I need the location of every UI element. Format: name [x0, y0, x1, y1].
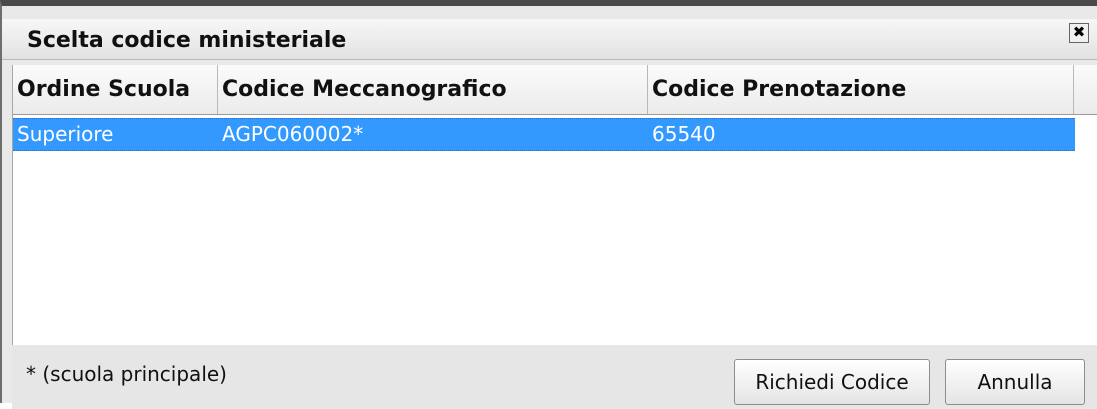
table-row[interactable]: Superiore AGPC060002* 65540	[13, 118, 1075, 151]
column-header-codice-meccanografico[interactable]: Codice Meccanografico	[218, 65, 648, 114]
results-grid: Ordine Scuola Codice Meccanografico Codi…	[12, 65, 1097, 345]
column-header-codice-prenotazione[interactable]: Codice Prenotazione	[648, 65, 1074, 114]
richiedi-codice-button[interactable]: Richiedi Codice	[734, 359, 930, 405]
dialog-titlebar: Scelta codice ministeriale ✖	[2, 19, 1097, 60]
footnote-scuola-principale: * (scuola principale)	[26, 362, 227, 386]
grid-header: Ordine Scuola Codice Meccanografico Codi…	[13, 65, 1097, 115]
dialog-window: Scelta codice ministeriale ✖ Ordine Scuo…	[0, 0, 1097, 409]
cell-codice-prenotazione: 65540	[652, 122, 716, 146]
close-icon[interactable]: ✖	[1069, 23, 1089, 43]
column-header-ordine-scuola[interactable]: Ordine Scuola	[13, 65, 218, 114]
dialog-title: Scelta codice ministeriale	[27, 28, 347, 53]
column-header-spacer	[1074, 65, 1097, 114]
cell-codice-meccanografico: AGPC060002*	[222, 122, 364, 146]
cell-ordine-scuola: Superiore	[17, 122, 114, 146]
annulla-button[interactable]: Annulla	[945, 359, 1085, 405]
dialog-footer: * (scuola principale) Richiedi Codice An…	[12, 346, 1097, 409]
